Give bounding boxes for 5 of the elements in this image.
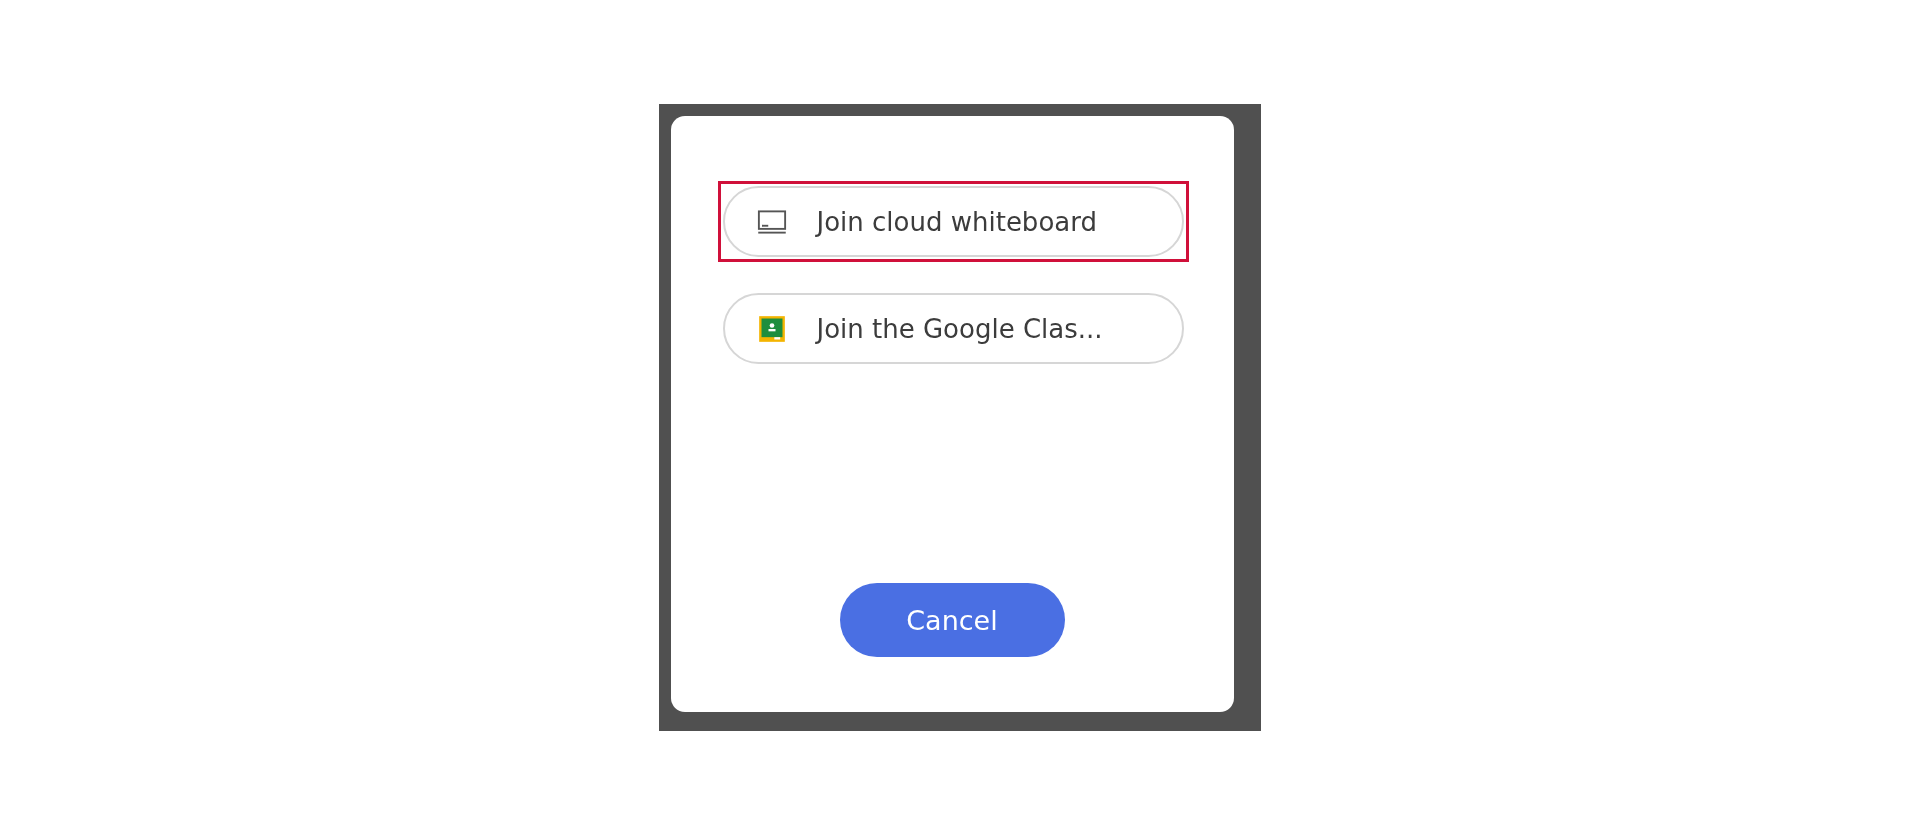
option-button[interactable]: Join cloud whiteboard (722, 186, 1184, 257)
option-button[interactable]: Join the Google Clas... (722, 293, 1184, 364)
classroom-icon (756, 314, 787, 343)
whiteboard-icon (756, 207, 787, 236)
cancel-button[interactable]: Cancel (839, 583, 1065, 657)
